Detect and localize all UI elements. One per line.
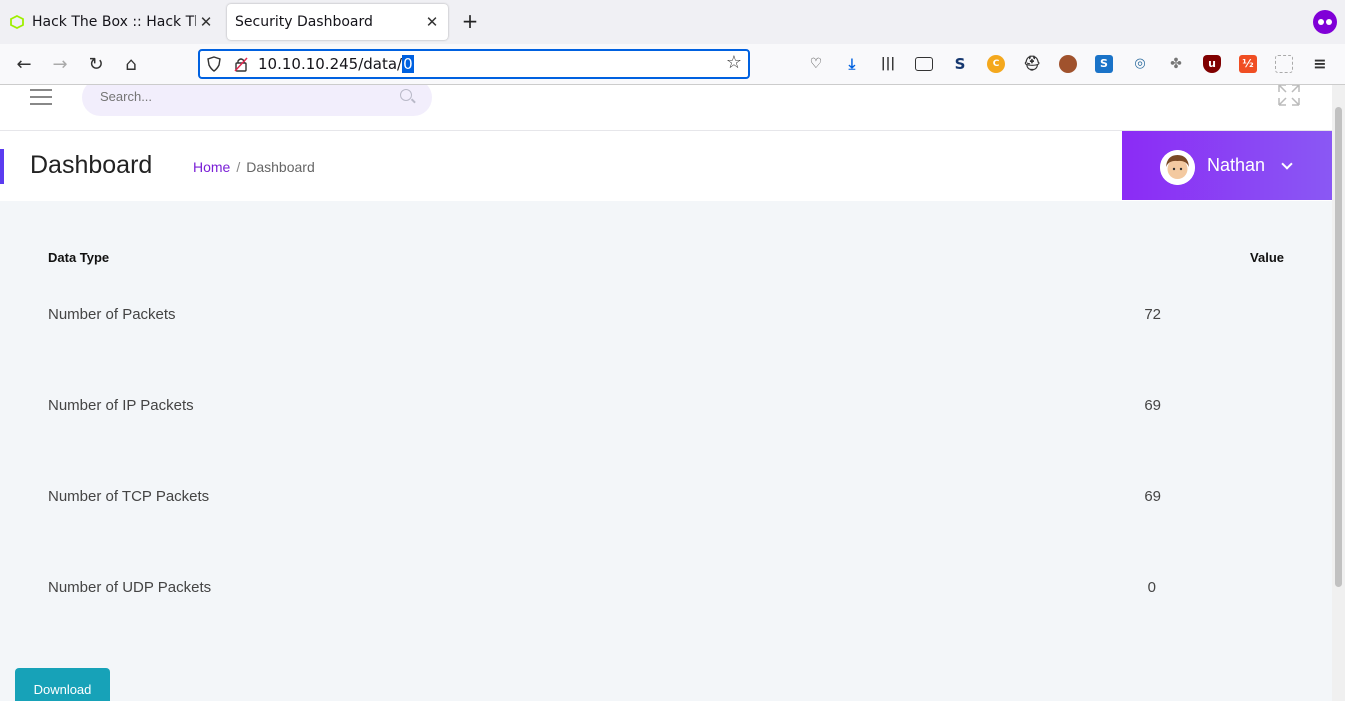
column-header-data-type: Data Type	[48, 249, 110, 265]
download-button[interactable]: Download	[15, 668, 110, 701]
tab-security-dashboard[interactable]: Security Dashboard ✕	[227, 4, 448, 40]
hamburger-menu-icon[interactable]	[30, 89, 52, 105]
pocket-icon[interactable]: ♡	[807, 55, 825, 73]
search-box[interactable]	[82, 85, 432, 116]
new-tab-icon[interactable]: +	[459, 10, 481, 32]
s-extension-icon[interactable]: S	[951, 55, 969, 73]
tab-strip: Hack The Box :: Hack The Box ✕ Security …	[0, 0, 1345, 44]
library-icon[interactable]: |||	[879, 55, 897, 73]
table-header-row: Data Type Value	[48, 245, 1286, 269]
puzzle-extension-icon[interactable]: ✤	[1167, 55, 1185, 73]
insecure-lock-icon[interactable]	[233, 56, 249, 72]
column-header-value: Value	[1250, 249, 1284, 265]
value-cell: 0	[1147, 579, 1156, 596]
value-cell: 69	[1144, 488, 1161, 505]
accent-bar	[0, 149, 4, 184]
url-bar[interactable]: 10.10.10.245/data/0 ☆	[198, 49, 750, 79]
glasses-extension-icon[interactable]: ◎	[1131, 55, 1149, 73]
username: Nathan	[1207, 155, 1266, 175]
s-blue-extension-icon[interactable]: S	[1095, 55, 1113, 73]
table-row: Number of IP Packets 69	[48, 360, 1286, 451]
forward-icon[interactable]: →	[47, 52, 73, 78]
fullscreen-icon[interactable]	[1277, 85, 1301, 107]
data-table: Data Type Value Number of Packets 72 Num…	[48, 245, 1286, 633]
private-browsing-icon	[1313, 10, 1337, 34]
downloads-icon[interactable]: ⤓	[843, 55, 861, 73]
user-menu[interactable]: Nathan	[1122, 131, 1332, 200]
page-title: Dashboard	[30, 151, 153, 179]
back-icon[interactable]: ←	[11, 52, 37, 78]
close-tab-icon[interactable]: ✕	[196, 13, 216, 31]
data-type-cell: Number of Packets	[48, 306, 176, 323]
data-type-cell: Number of UDP Packets	[48, 579, 212, 596]
tab-title: Security Dashboard	[235, 14, 373, 30]
page-content: Dashboard Home / Dashboard Nathan Data Typ…	[0, 85, 1332, 701]
hat-extension-icon[interactable]: ⛑	[1023, 55, 1041, 73]
search-input[interactable]	[100, 89, 380, 104]
sidebar-icon[interactable]	[915, 57, 933, 71]
data-type-cell: Number of IP Packets	[48, 397, 194, 414]
breadcrumb-home-link[interactable]: Home	[193, 159, 230, 175]
url-base: 10.10.10.245/data/	[258, 55, 403, 73]
breadcrumb-separator: /	[236, 159, 241, 175]
navigation-bar: ← → ↻ ⌂ 10.10.10.245/data/0 ☆ ♡ ⤓ ||| S …	[0, 44, 1345, 85]
menu-icon[interactable]: ≡	[1311, 55, 1329, 73]
data-type-cell: Number of TCP Packets	[48, 488, 210, 505]
page-scrollbar[interactable]	[1332, 85, 1345, 701]
url-selected: 0	[402, 55, 414, 73]
bookmark-star-icon[interactable]: ☆	[726, 52, 742, 73]
chevron-down-icon	[1281, 158, 1293, 170]
shield-icon[interactable]	[206, 56, 222, 72]
table-row: Number of TCP Packets 69	[48, 451, 1286, 542]
translate-extension-icon[interactable]: ½	[1239, 55, 1257, 73]
close-tab-icon[interactable]: ✕	[422, 13, 442, 31]
url-text: 10.10.10.245/data/0	[258, 55, 414, 73]
table-row: Number of UDP Packets 0	[48, 542, 1286, 633]
breadcrumb: Home / Dashboard	[193, 159, 315, 175]
value-cell: 72	[1144, 306, 1161, 323]
tab-hackthebox[interactable]: Hack The Box :: Hack The Box ✕	[0, 4, 222, 40]
cookie-extension-icon[interactable]: C	[987, 55, 1005, 73]
browser-window: Hack The Box :: Hack The Box ✕ Security …	[0, 0, 1345, 701]
home-icon[interactable]: ⌂	[118, 52, 144, 78]
search-icon[interactable]	[400, 89, 412, 101]
scrollbar-thumb[interactable]	[1335, 107, 1342, 587]
reload-icon[interactable]: ↻	[83, 52, 109, 78]
hackthebox-icon	[10, 15, 24, 29]
tab-title: Hack The Box :: Hack The Box	[32, 14, 196, 30]
table-row: Number of Packets 72	[48, 269, 1286, 360]
value-cell: 69	[1144, 397, 1161, 414]
avatar	[1160, 150, 1195, 185]
extension-placeholder-icon[interactable]	[1275, 55, 1293, 73]
cookie-icon[interactable]	[1059, 55, 1077, 73]
top-bar	[0, 85, 1332, 131]
page-header: Dashboard Home / Dashboard Nathan	[0, 131, 1332, 201]
ublock-icon[interactable]: u	[1203, 55, 1221, 73]
breadcrumb-current: Dashboard	[246, 159, 315, 175]
